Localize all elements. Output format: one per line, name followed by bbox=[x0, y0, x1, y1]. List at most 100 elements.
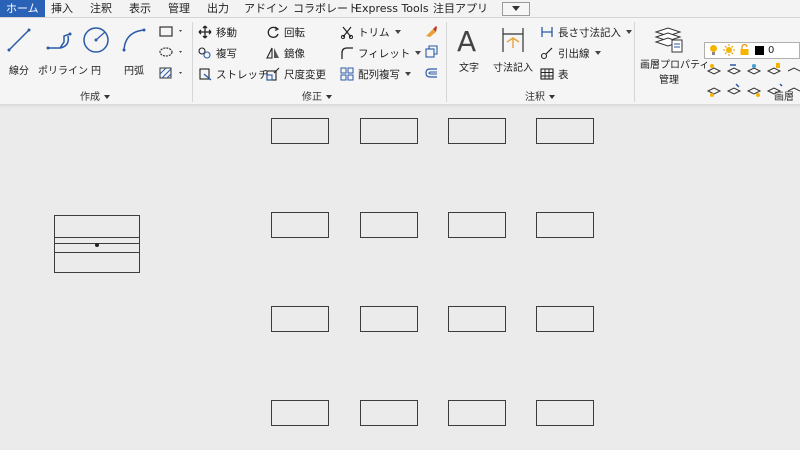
trim-label: トリム bbox=[358, 26, 390, 39]
drawn-rectangle[interactable] bbox=[448, 306, 506, 332]
line-tool[interactable]: 線分 bbox=[4, 26, 34, 77]
tab-express-tools[interactable]: Express Tools bbox=[355, 0, 429, 17]
current-layer-name: 0 bbox=[768, 45, 775, 56]
text-icon: A bbox=[457, 25, 476, 56]
mirror-icon bbox=[266, 47, 279, 59]
layer-properties-label-1: 画層プロパティ bbox=[640, 60, 710, 71]
table-tool[interactable]: 表 bbox=[540, 65, 569, 83]
drawn-rectangle[interactable] bbox=[448, 212, 506, 238]
linear-dimension-icon bbox=[541, 27, 553, 37]
fillet-label: フィレット bbox=[358, 47, 411, 60]
block-divider-line bbox=[55, 237, 139, 238]
hatch-icon bbox=[159, 67, 182, 79]
drawn-rectangle[interactable] bbox=[271, 400, 329, 426]
selected-block-object[interactable] bbox=[54, 215, 140, 273]
circle-tool-label: 円 bbox=[91, 66, 101, 77]
ellipse-tool[interactable] bbox=[158, 45, 184, 62]
drawn-rectangle[interactable] bbox=[271, 212, 329, 238]
scale-label: 尺度変更 bbox=[284, 68, 326, 81]
dimension-tool-label: 寸法記入 bbox=[493, 63, 533, 74]
array-tool[interactable]: 配列複写 bbox=[340, 65, 411, 83]
arc-icon bbox=[122, 28, 146, 52]
copy-icon bbox=[198, 47, 211, 59]
linear-dimension-tool[interactable]: 長さ寸法記入 bbox=[540, 23, 632, 41]
leader-tool[interactable]: 引出線 bbox=[540, 44, 601, 62]
explode-tool[interactable] bbox=[424, 45, 438, 62]
rotate-tool[interactable]: 回転 bbox=[266, 23, 305, 41]
drawn-rectangle[interactable] bbox=[360, 306, 418, 332]
annotation-group-label[interactable]: 注釈 bbox=[525, 88, 555, 103]
array-label: 配列複写 bbox=[358, 68, 400, 81]
drawn-rectangle[interactable] bbox=[271, 306, 329, 332]
scale-tool[interactable]: 尺度変更 bbox=[266, 65, 326, 83]
eraser-icon bbox=[426, 26, 437, 37]
polyline-icon bbox=[46, 32, 72, 50]
explode-icon bbox=[425, 45, 438, 58]
lock-icon bbox=[739, 43, 750, 56]
drawn-rectangle[interactable] bbox=[536, 212, 594, 238]
arc-tool[interactable]: 円弧 bbox=[118, 26, 150, 77]
table-label: 表 bbox=[558, 68, 569, 81]
copy-label: 複写 bbox=[216, 47, 237, 60]
erase-tool[interactable] bbox=[424, 24, 438, 41]
tab-insert[interactable]: 挿入 bbox=[51, 0, 73, 17]
offset-tool[interactable] bbox=[424, 66, 438, 83]
copy-tool[interactable]: 複写 bbox=[198, 44, 237, 62]
dimension-tool[interactable]: 寸法記入 bbox=[490, 24, 536, 74]
drawn-rectangle[interactable] bbox=[448, 400, 506, 426]
block-grip-point[interactable] bbox=[95, 243, 99, 247]
layer-dropdown[interactable]: 0 bbox=[704, 42, 800, 59]
leader-icon bbox=[540, 47, 553, 60]
block-divider-line bbox=[55, 252, 139, 253]
rectangle-tool[interactable] bbox=[158, 24, 184, 41]
tab-view[interactable]: 表示 bbox=[129, 0, 151, 17]
drawn-rectangle[interactable] bbox=[536, 306, 594, 332]
layer-tool-icons-1 bbox=[706, 63, 800, 75]
tab-output[interactable]: 出力 bbox=[207, 0, 229, 17]
drawn-rectangle[interactable] bbox=[360, 212, 418, 238]
text-tool[interactable]: A 文字 bbox=[452, 24, 486, 74]
layers-group-label[interactable]: 画層 bbox=[774, 88, 794, 103]
tab-annotate[interactable]: 注釈 bbox=[90, 0, 112, 17]
drawn-rectangle[interactable] bbox=[536, 118, 594, 144]
modify-group-label[interactable]: 修正 bbox=[302, 88, 332, 103]
move-icon bbox=[198, 25, 212, 39]
drawn-rectangle[interactable] bbox=[448, 118, 506, 144]
tab-collaborate[interactable]: コラボレート bbox=[293, 0, 359, 17]
tab-addins[interactable]: アドイン bbox=[244, 0, 288, 17]
drawn-rectangle[interactable] bbox=[536, 400, 594, 426]
fillet-tool[interactable]: フィレット bbox=[340, 44, 422, 62]
ribbon-panel: 線分 ポリライン 円 円弧 作成 移動 回転 トリム 複写 鏡像 フィレット ス… bbox=[0, 18, 800, 105]
rectangle-icon bbox=[159, 26, 182, 37]
layer-properties-button[interactable]: 画層プロパティ 管理 bbox=[640, 24, 710, 86]
offset-icon bbox=[425, 68, 437, 78]
trim-tool[interactable]: トリム bbox=[340, 23, 401, 41]
tab-overflow-dropdown[interactable] bbox=[502, 2, 530, 16]
stretch-tool[interactable]: ストレッチ bbox=[198, 65, 269, 83]
array-icon bbox=[340, 67, 354, 81]
sun-icon bbox=[723, 44, 735, 56]
tab-featured-apps[interactable]: 注目アプリ bbox=[433, 0, 488, 17]
drawing-canvas[interactable] bbox=[0, 108, 800, 450]
ribbon-tab-bar: ホーム 挿入 注釈 表示 管理 出力 アドイン コラボレート Express T… bbox=[0, 0, 800, 18]
mirror-tool[interactable]: 鏡像 bbox=[266, 44, 305, 62]
drawn-rectangle[interactable] bbox=[271, 118, 329, 144]
tab-manage[interactable]: 管理 bbox=[168, 0, 190, 17]
polyline-tool[interactable]: ポリライン bbox=[38, 26, 88, 77]
scale-icon bbox=[266, 67, 280, 81]
hatch-tool[interactable] bbox=[158, 66, 184, 83]
stretch-label: ストレッチ bbox=[216, 68, 269, 81]
tab-home[interactable]: ホーム bbox=[0, 0, 45, 17]
mirror-label: 鏡像 bbox=[284, 47, 305, 60]
circle-tool[interactable]: 円 bbox=[81, 26, 111, 77]
drawn-rectangle[interactable] bbox=[360, 400, 418, 426]
draw-group-label[interactable]: 作成 bbox=[80, 88, 110, 103]
text-tool-label: 文字 bbox=[459, 63, 479, 74]
drawn-rectangle[interactable] bbox=[360, 118, 418, 144]
dimension-icon bbox=[502, 28, 524, 52]
layer-tools-row-1[interactable] bbox=[706, 62, 800, 81]
move-tool[interactable]: 移動 bbox=[198, 23, 237, 41]
arc-tool-label: 円弧 bbox=[124, 66, 144, 77]
circle-icon bbox=[83, 27, 109, 53]
layer-color-swatch bbox=[755, 46, 764, 55]
